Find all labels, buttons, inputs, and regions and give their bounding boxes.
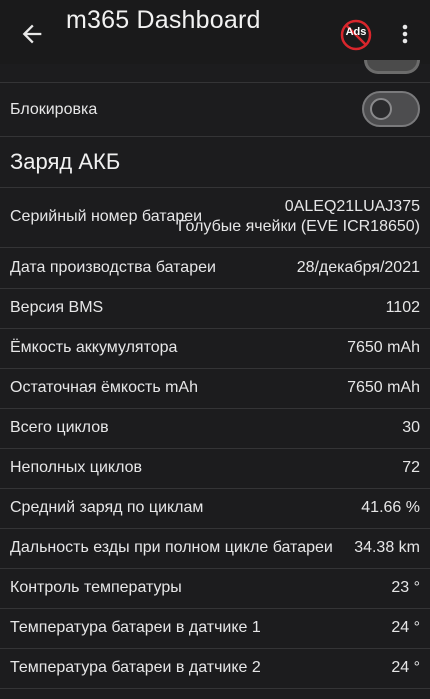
info-row: Неполных циклов 72 [0, 448, 430, 488]
info-row-value: 23 ° [391, 579, 420, 596]
info-row-value: 41.66 % [361, 499, 420, 516]
toggle-knob [370, 98, 392, 120]
serial-value: 0ALEQ21LUAJ375 [284, 198, 420, 215]
divider [0, 187, 430, 188]
info-row-value: 72 [402, 459, 420, 476]
serial-label: Серийный номер батареи [10, 208, 203, 225]
info-row-value: 24 ° [391, 619, 420, 636]
info-row-label: Температура батареи в датчике 2 [10, 659, 261, 676]
info-row-label: Неполных циклов [10, 459, 142, 476]
info-row-label: Ёмкость аккумулятора [10, 339, 178, 356]
info-row: Ёмкость аккумулятора 7650 mAh [0, 328, 430, 368]
info-row-value: 28/декабря/2021 [296, 259, 420, 276]
more-options-icon[interactable] [396, 22, 414, 46]
info-row-value: 30 [402, 419, 420, 436]
info-row: Дата производства батареи 28/декабря/2021 [0, 248, 430, 288]
info-row-value: 7650 mAh [347, 339, 420, 356]
info-row: Дальность езды при полном цикле батареи 3… [0, 528, 430, 568]
info-row-value: 34.38 km [354, 539, 420, 556]
info-row-label: Дата производства батареи [10, 259, 216, 276]
info-row: Всего циклов 30 [0, 408, 430, 448]
info-row: Контроль температуры 23 ° [0, 568, 430, 608]
section-title: Заряд АКБ [10, 149, 121, 174]
info-row: Средний заряд по циклам 41.66 % [0, 488, 430, 528]
info-row-label: Контроль температуры [10, 579, 182, 596]
info-row-label: Температура батареи в датчике 1 [10, 619, 261, 636]
info-row: Температура батареи в датчике 2 24 ° [0, 648, 430, 688]
divider [0, 688, 430, 689]
info-row-label: Средний заряд по циклам [10, 499, 204, 516]
info-row: Температура батареи в датчике 1 24 ° [0, 608, 430, 648]
info-row-value: 1102 [385, 299, 420, 316]
info-row-label: Дальность езды при полном цикле батареи [10, 539, 333, 556]
serial-cells: Голубые ячейки (EVE ICR18650) [177, 218, 420, 235]
back-arrow-icon[interactable] [18, 20, 46, 48]
info-row-label: Всего циклов [10, 419, 109, 436]
info-row-label: Остаточная ёмкость mAh [10, 379, 198, 396]
info-row: Остаточная ёмкость mAh 7650 mAh [0, 368, 430, 408]
lock-label: Блокировка [10, 101, 98, 118]
partial-toggle[interactable] [364, 60, 420, 74]
info-row-value: 7650 mAh [347, 379, 420, 396]
info-row-value: 24 ° [391, 659, 420, 676]
info-row-label: Версия BMS [10, 299, 104, 316]
info-row: Версия BMS 1102 [0, 288, 430, 328]
divider [0, 82, 430, 83]
lock-toggle[interactable] [362, 91, 420, 127]
app-title: m365 Dashboard [66, 6, 261, 34]
divider [0, 136, 430, 137]
ads-label: Ads [345, 26, 367, 38]
app-bar: m365 Dashboard Ads [0, 0, 430, 64]
